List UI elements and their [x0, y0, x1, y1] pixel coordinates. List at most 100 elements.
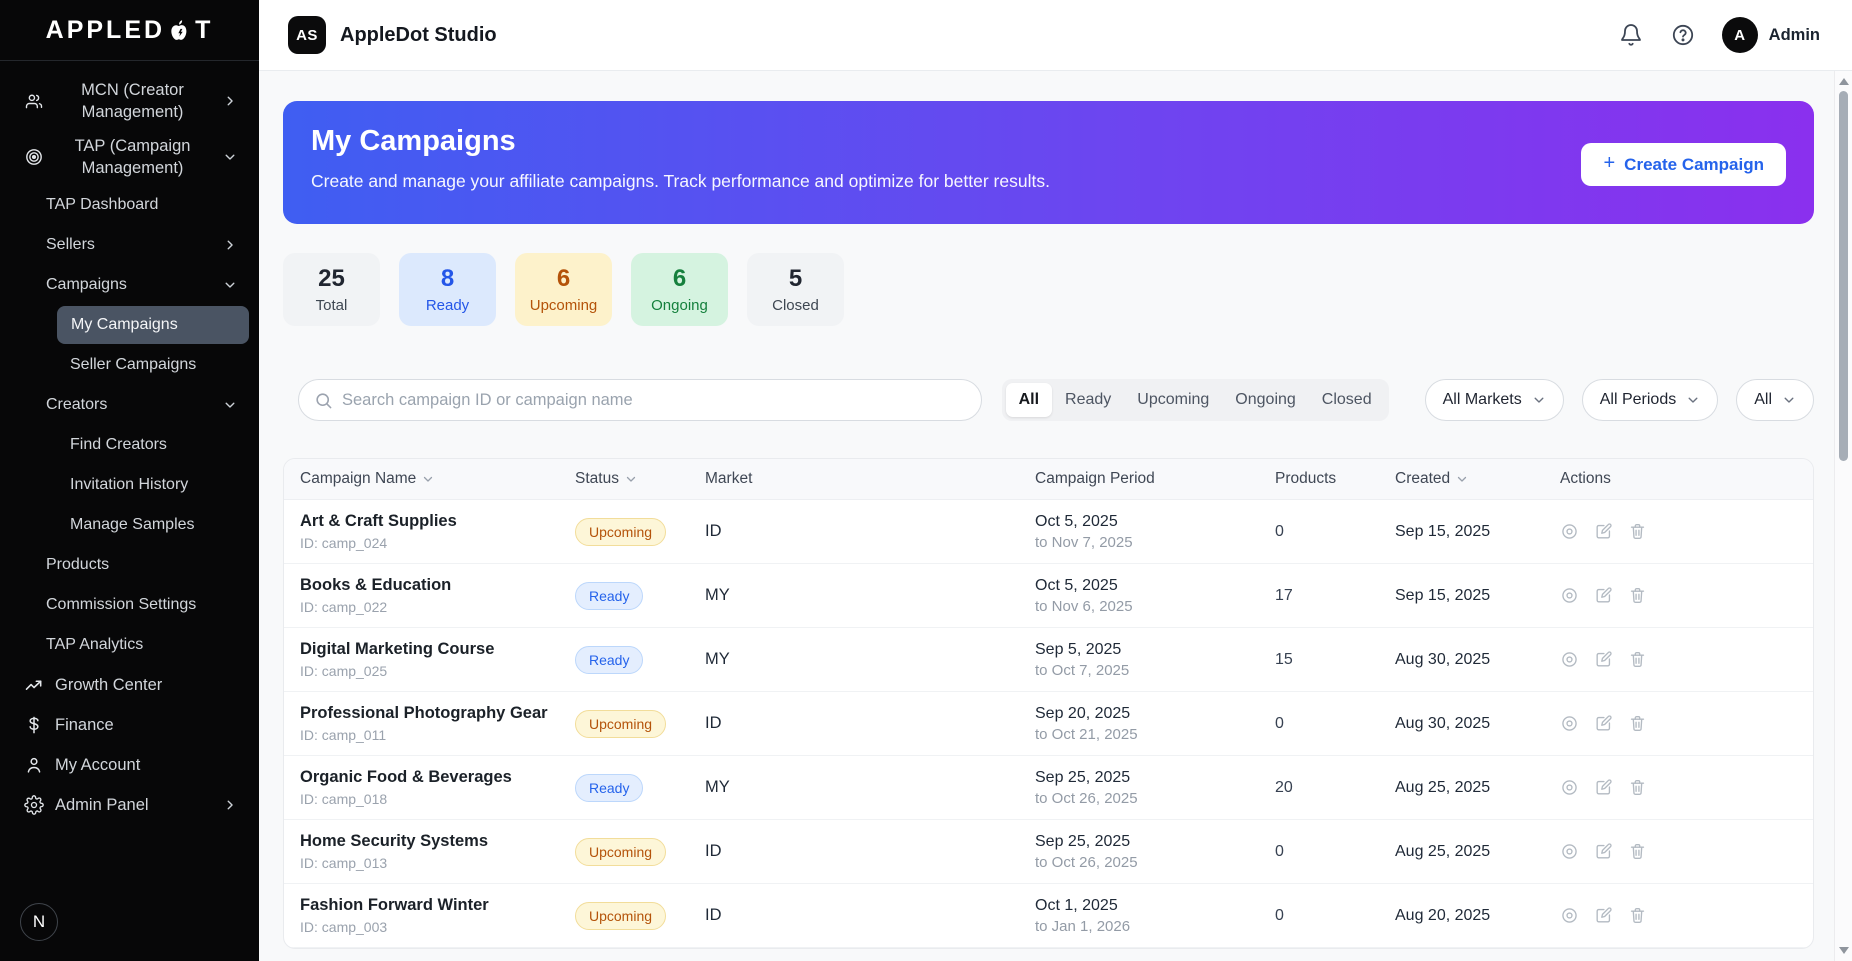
- dropdown-all-markets[interactable]: All Markets: [1425, 379, 1564, 421]
- help-icon[interactable]: [1670, 22, 1696, 48]
- campaign-id: ID: camp_022: [300, 599, 559, 615]
- sidebar-item-seller-campaigns[interactable]: Seller Campaigns: [0, 345, 259, 385]
- view-icon[interactable]: [1560, 522, 1580, 542]
- delete-icon[interactable]: [1628, 522, 1648, 542]
- table-row[interactable]: Organic Food & BeveragesID: camp_018Read…: [284, 756, 1813, 820]
- delete-icon[interactable]: [1628, 650, 1648, 670]
- view-icon[interactable]: [1560, 650, 1580, 670]
- edit-icon[interactable]: [1594, 778, 1614, 798]
- sidebar-item-creators[interactable]: Creators: [0, 385, 259, 425]
- sidebar-item-tap-dashboard[interactable]: TAP Dashboard: [0, 185, 259, 225]
- column-header-status[interactable]: Status: [559, 470, 689, 488]
- sidebar-item-find-creators[interactable]: Find Creators: [0, 425, 259, 465]
- stat-card-ready[interactable]: 8Ready: [399, 253, 496, 326]
- sidebar-item-invitation-history[interactable]: Invitation History: [0, 465, 259, 505]
- stat-value: 6: [673, 265, 686, 293]
- dropdown-all[interactable]: All: [1736, 379, 1814, 421]
- create-campaign-button[interactable]: + Create Campaign: [1581, 143, 1786, 186]
- delete-icon[interactable]: [1628, 586, 1648, 606]
- stat-label: Closed: [772, 297, 819, 314]
- dropdown-label: All Periods: [1600, 391, 1676, 409]
- scroll-down-arrow-icon[interactable]: [1839, 947, 1849, 954]
- edit-icon[interactable]: [1594, 714, 1614, 734]
- sidebar-item-label: Creators: [46, 396, 107, 414]
- market-cell: ID: [689, 522, 1019, 541]
- logo-text-suffix: T: [195, 16, 213, 45]
- edit-icon[interactable]: [1594, 650, 1614, 670]
- vertical-scrollbar[interactable]: [1834, 71, 1852, 961]
- sidebar-item-manage-samples[interactable]: Manage Samples: [0, 505, 259, 545]
- tab-upcoming[interactable]: Upcoming: [1124, 383, 1222, 417]
- tab-closed[interactable]: Closed: [1309, 383, 1385, 417]
- sidebar-item-growth-center[interactable]: Growth Center: [0, 665, 259, 705]
- status-badge: Ready: [575, 774, 643, 802]
- edit-icon[interactable]: [1594, 586, 1614, 606]
- view-icon[interactable]: [1560, 842, 1580, 862]
- view-icon[interactable]: [1560, 714, 1580, 734]
- search-box: [298, 379, 982, 421]
- sidebar-item-mcn-creator-management[interactable]: MCN (Creator Management): [0, 73, 259, 129]
- content-area: My Campaigns Create and manage your affi…: [259, 71, 1834, 961]
- view-icon[interactable]: [1560, 906, 1580, 926]
- table-header-row: Campaign NameStatusMarketCampaign Period…: [284, 459, 1813, 500]
- delete-icon[interactable]: [1628, 842, 1648, 862]
- stat-card-total[interactable]: 25Total: [283, 253, 380, 326]
- period-end: to Jan 1, 2026: [1035, 918, 1259, 935]
- sidebar-item-my-campaigns[interactable]: My Campaigns: [57, 306, 249, 344]
- sidebar-item-commission-settings[interactable]: Commission Settings: [0, 585, 259, 625]
- delete-icon[interactable]: [1628, 906, 1648, 926]
- edit-icon[interactable]: [1594, 906, 1614, 926]
- edit-icon[interactable]: [1594, 522, 1614, 542]
- user-name: Admin: [1769, 26, 1820, 45]
- column-label: Campaign Period: [1035, 470, 1155, 488]
- delete-icon[interactable]: [1628, 714, 1648, 734]
- stat-card-closed[interactable]: 5Closed: [747, 253, 844, 326]
- sidebar-item-sellers[interactable]: Sellers: [0, 225, 259, 265]
- sidebar-item-campaigns[interactable]: Campaigns: [0, 265, 259, 305]
- dollar-icon: [24, 715, 44, 735]
- sidebar-item-finance[interactable]: Finance: [0, 705, 259, 745]
- dropdown-all-periods[interactable]: All Periods: [1582, 379, 1718, 421]
- sidebar-item-my-account[interactable]: My Account: [0, 745, 259, 785]
- market-cell: ID: [689, 842, 1019, 861]
- column-header-created[interactable]: Created: [1379, 470, 1544, 488]
- sidebar-item-admin-panel[interactable]: Admin Panel: [0, 785, 259, 825]
- stat-card-upcoming[interactable]: 6Upcoming: [515, 253, 612, 326]
- column-header-campaign-name[interactable]: Campaign Name: [284, 470, 559, 488]
- chevron-right-icon: [223, 94, 237, 108]
- table-row[interactable]: Art & Craft SuppliesID: camp_024Upcoming…: [284, 500, 1813, 564]
- delete-icon[interactable]: [1628, 778, 1648, 798]
- scrollbar-thumb[interactable]: [1839, 91, 1848, 461]
- sidebar-item-tap-campaign-management[interactable]: TAP (Campaign Management): [0, 129, 259, 185]
- market-cell: MY: [689, 650, 1019, 669]
- status-cell: Ready: [559, 582, 689, 610]
- tab-ready[interactable]: Ready: [1052, 383, 1124, 417]
- table-row[interactable]: Professional Photography GearID: camp_01…: [284, 692, 1813, 756]
- created-cell: Aug 30, 2025: [1379, 651, 1544, 669]
- edit-icon[interactable]: [1594, 842, 1614, 862]
- hero-banner: My Campaigns Create and manage your affi…: [283, 101, 1814, 224]
- actions-cell: [1544, 778, 1813, 798]
- tab-all[interactable]: All: [1006, 383, 1052, 417]
- table-row[interactable]: Fashion Forward WinterID: camp_003Upcomi…: [284, 884, 1813, 948]
- sidebar-item-products[interactable]: Products: [0, 545, 259, 585]
- table-row[interactable]: Digital Marketing CourseID: camp_025Read…: [284, 628, 1813, 692]
- dropdown-label: All: [1754, 391, 1772, 409]
- period-cell: Oct 1, 2025to Jan 1, 2026: [1019, 897, 1259, 935]
- status-badge: Upcoming: [575, 838, 666, 866]
- table-row[interactable]: Home Security SystemsID: camp_013Upcomin…: [284, 820, 1813, 884]
- view-icon[interactable]: [1560, 778, 1580, 798]
- nextjs-badge[interactable]: N: [20, 903, 58, 941]
- notifications-bell-icon[interactable]: [1618, 22, 1644, 48]
- sidebar-item-tap-analytics[interactable]: TAP Analytics: [0, 625, 259, 665]
- view-icon[interactable]: [1560, 586, 1580, 606]
- user-menu[interactable]: A Admin: [1722, 17, 1820, 53]
- sidebar-item-label: My Campaigns: [71, 316, 178, 334]
- column-header-campaign-period: Campaign Period: [1019, 470, 1259, 488]
- period-cell: Oct 5, 2025to Nov 7, 2025: [1019, 513, 1259, 551]
- stat-card-ongoing[interactable]: 6Ongoing: [631, 253, 728, 326]
- search-input[interactable]: [342, 391, 966, 410]
- scroll-up-arrow-icon[interactable]: [1839, 78, 1849, 85]
- table-row[interactable]: Books & EducationID: camp_022ReadyMYOct …: [284, 564, 1813, 628]
- tab-ongoing[interactable]: Ongoing: [1222, 383, 1309, 417]
